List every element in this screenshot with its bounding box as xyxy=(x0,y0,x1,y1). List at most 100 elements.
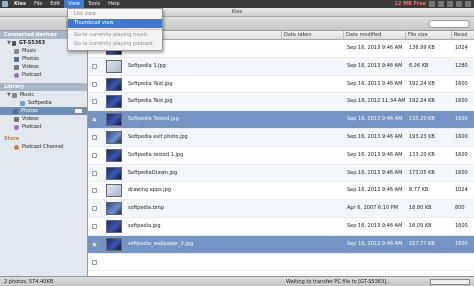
column-header-resolution[interactable]: Resol xyxy=(451,31,474,40)
column-header-date-taken[interactable]: Date taken xyxy=(281,31,343,40)
cell-name: Softpedia Test.jpg xyxy=(128,98,173,105)
menu-tools[interactable]: Tools xyxy=(84,0,104,8)
podcast-icon xyxy=(14,124,19,130)
cell-date-modified xyxy=(345,254,405,272)
cell-resolution: 800 xyxy=(455,205,465,212)
progress-bar xyxy=(430,279,470,285)
cell-name: Softpedia Tested.jpg xyxy=(128,116,179,123)
menu-file[interactable]: File xyxy=(30,0,46,8)
selection-summary: 2 photos, 574.40KB xyxy=(4,279,54,285)
table-row[interactable]: SoftpediaDrawn.jpg Sep 16, 2013 9:46 AM 17… xyxy=(88,164,474,183)
sidebar: Connected devices ▼ GT-S5363 Music Photo… xyxy=(0,31,88,276)
row-checkbox[interactable] xyxy=(92,99,97,105)
sidebar-item-label: Podcast Channel xyxy=(22,144,64,150)
table-row[interactable]: softpedia.jpg Sep 16, 2013 9:46 AM 18.09 K… xyxy=(88,218,474,236)
tray-icon-1[interactable] xyxy=(429,1,435,7)
table-row[interactable]: drawing apps.jpg Sep 16, 2013 9:46 AM 8.77… xyxy=(88,182,474,201)
playlist-icon xyxy=(20,100,25,106)
table-row[interactable]: ✓ Softpedia Tested.jpg Sep 16, 2013 9:46 A… xyxy=(88,111,474,129)
cell-resolution: 1600 xyxy=(455,80,468,87)
row-checkbox[interactable] xyxy=(92,223,97,229)
transfer-status: Waiting to transfer PC file to [GT-S5363… xyxy=(286,279,391,285)
cell-resolution: 1024 xyxy=(455,187,468,194)
photo-icon xyxy=(14,56,19,62)
cell-name: Softpedia exif photo.jpg xyxy=(128,133,188,140)
menu-edit[interactable]: Edit xyxy=(46,0,64,8)
sidebar-item-label: Videos xyxy=(22,64,39,70)
sidebar-store-podcast-channel[interactable]: Podcast Channel xyxy=(0,143,87,151)
sidebar-item-label: Photos xyxy=(21,108,38,114)
menu-item-list-view[interactable]: List view xyxy=(68,10,162,19)
cell-file-size xyxy=(407,254,451,272)
row-checkbox[interactable] xyxy=(92,188,97,194)
cell-name: softpedia.jpg xyxy=(128,222,161,229)
search-field[interactable] xyxy=(428,20,470,28)
tray-icon-4[interactable] xyxy=(456,1,462,7)
column-header-date-modified[interactable]: Date modified xyxy=(343,31,405,40)
tray-icon-2[interactable] xyxy=(438,1,444,7)
cell-resolution xyxy=(453,254,474,272)
table-row[interactable] xyxy=(88,254,474,272)
cell-date-modified: Sep 16, 2013 9:46 AM xyxy=(347,187,403,194)
table-row[interactable]: Softpedia tested 1.jpg Sep 16, 2013 9:46 … xyxy=(88,147,474,165)
sidebar-item-label: Podcast xyxy=(22,124,42,130)
menu-help[interactable]: Help xyxy=(104,0,123,8)
row-checkbox[interactable] xyxy=(92,63,97,69)
menu-item-thumbnail-view[interactable]: Thumbnail view xyxy=(68,19,162,28)
cell-date-modified: Apr 6, 2007 6:10 PM xyxy=(347,205,399,212)
sidebar-device-podcast[interactable]: Podcast xyxy=(0,71,87,79)
kies-app-icon xyxy=(2,1,8,7)
sidebar-item-label: Videos xyxy=(22,116,39,122)
menu-item-go-to-playing-music[interactable]: Go to currently playing music xyxy=(68,31,162,40)
tray-icon-5[interactable] xyxy=(465,1,471,7)
menu-app-name[interactable]: Kies xyxy=(10,0,30,8)
cell-file-size: 18.80 KB xyxy=(409,205,432,212)
menu-item-go-to-playing-podcast[interactable]: Go to currently playing podcast xyxy=(68,40,162,49)
video-icon xyxy=(14,64,19,70)
music-icon xyxy=(11,92,17,98)
row-checkbox[interactable]: ✓ xyxy=(92,241,97,247)
sidebar-library-music[interactable]: ▼ Music xyxy=(0,91,87,99)
row-checkbox[interactable]: ✓ xyxy=(92,117,97,123)
sidebar-library-photos[interactable]: Photos xyxy=(0,107,87,115)
cell-resolution: 1600 xyxy=(455,222,468,229)
table-row[interactable]: softpedia.bmp Apr 6, 2007 6:10 PM 18.80 KB… xyxy=(88,200,474,218)
table-row[interactable]: Softpedia Test.jpg Sep 18, 2012 11:34 AM 1… xyxy=(88,93,474,112)
table-row[interactable]: Softpedia Test.jpg Sep 16, 2013 9:46 AM 19… xyxy=(88,76,474,94)
disclosure-triangle-icon[interactable]: ▼ xyxy=(7,91,11,99)
cell-name: softpedia.bmp xyxy=(128,205,164,212)
sidebar-library-podcast[interactable]: Podcast xyxy=(0,123,87,131)
sidebar-device-photos[interactable]: Photos xyxy=(0,55,87,63)
cell-name xyxy=(126,254,276,272)
sidebar-library-videos[interactable]: Videos xyxy=(0,115,87,123)
menu-view[interactable]: View xyxy=(64,0,84,8)
table-row[interactable]: Softpedia 1.jpg Sep 16, 2013 9:46 AM 6.26 … xyxy=(88,57,474,76)
view-menu-dropdown: List view Thumbnail view Go to currently… xyxy=(67,8,163,51)
photo-thumbnail xyxy=(106,148,122,162)
store-header: Store xyxy=(4,136,20,142)
row-checkbox[interactable] xyxy=(92,134,97,140)
row-checkbox[interactable] xyxy=(92,206,97,212)
row-checkbox[interactable] xyxy=(92,170,97,176)
device-label: GT-S5363 xyxy=(18,40,46,46)
podcast-channel-icon xyxy=(14,144,19,150)
podcast-icon xyxy=(14,72,19,78)
column-header-file-size[interactable]: File size xyxy=(405,31,451,40)
table-row[interactable]: Softpedia exif photo.jpg Sep 16, 2013 9:4… xyxy=(88,128,474,147)
tray-icon-3[interactable] xyxy=(447,1,453,7)
disclosure-triangle-icon[interactable]: ▼ xyxy=(7,39,11,47)
sidebar-device-videos[interactable]: Videos xyxy=(0,63,87,71)
cell-date-modified: Sep 16, 2013 9:46 AM xyxy=(347,80,403,87)
row-checkbox[interactable] xyxy=(92,81,97,87)
row-checkbox[interactable] xyxy=(92,152,97,158)
table-row[interactable]: ✓ softpedia_wallpaper_2.jpg Sep 16, 2013 9… xyxy=(88,235,474,254)
cell-name: drawing apps.jpg xyxy=(128,187,172,194)
row-checkbox[interactable] xyxy=(92,259,97,265)
photo-thumbnail xyxy=(106,184,122,198)
cell-resolution: 1600 xyxy=(455,151,468,158)
sidebar-item-label: Podcast xyxy=(22,72,42,78)
cell-file-size: 6.26 KB xyxy=(409,62,429,69)
sidebar-library-softpedia[interactable]: Softpedia xyxy=(0,99,87,107)
cell-date-modified: Sep 16, 2013 9:46 AM xyxy=(347,133,403,140)
cell-file-size: 192.24 KB xyxy=(409,98,435,105)
